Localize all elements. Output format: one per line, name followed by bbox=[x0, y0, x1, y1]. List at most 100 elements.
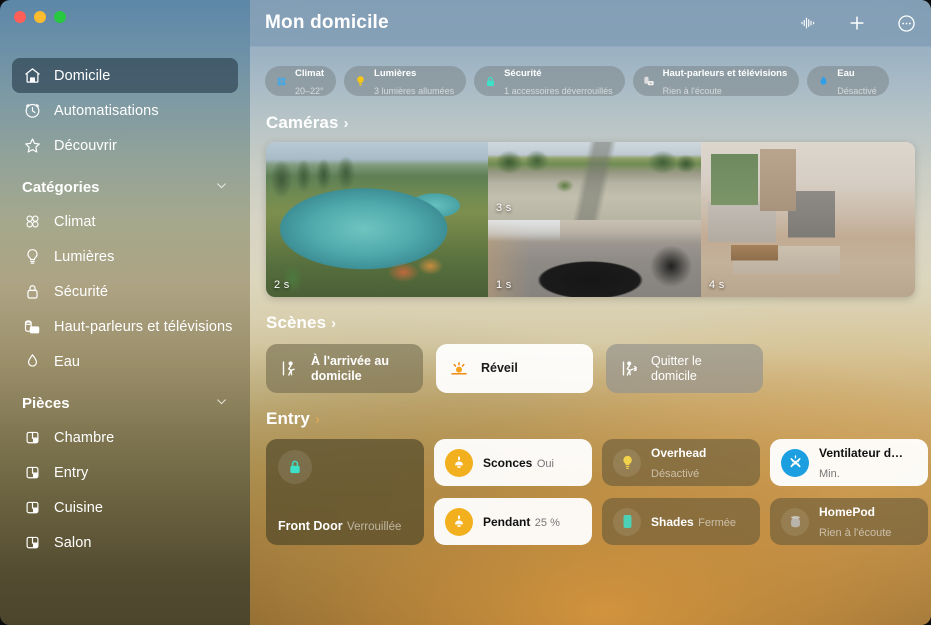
sidebar-label: Chambre bbox=[54, 429, 115, 446]
status-chip-securite[interactable]: Sécurité 1 accessoires déverrouillés bbox=[474, 66, 625, 96]
sidebar-label: Eau bbox=[54, 353, 81, 370]
section-header-entry[interactable]: Entry › bbox=[250, 409, 931, 429]
status-chip-climat[interactable]: Climat 20–22° bbox=[265, 66, 337, 96]
sidebar-item-haut-parleurs[interactable]: tv Haut-parleurs et télévisions bbox=[12, 309, 238, 344]
scene-button-arrive-home[interactable]: À l'arrivée au domicile bbox=[266, 344, 423, 393]
chip-title: Haut-parleurs et télévisions bbox=[662, 68, 788, 80]
chip-subtitle: Rien à l'écoute bbox=[662, 86, 722, 96]
sidebar-item-domicile[interactable]: Domicile bbox=[12, 58, 238, 93]
accessory-name: Shades bbox=[651, 514, 694, 529]
water-drop-icon bbox=[22, 352, 42, 372]
toolbar: Mon domicile bbox=[250, 0, 931, 47]
scene-button-leave-home[interactable]: Quitter le domicile bbox=[606, 344, 763, 393]
sidebar-rooms-list: Chambre Entry Cuisine Salon bbox=[0, 420, 250, 560]
section-title: Caméras bbox=[266, 113, 339, 132]
zoom-button[interactable] bbox=[54, 11, 66, 23]
camera-thumbnail bbox=[701, 142, 915, 297]
sidebar-nav: Domicile Automatisations Découvrir Catég… bbox=[0, 58, 250, 560]
status-chip-eau[interactable]: Eau Désactivé bbox=[807, 66, 889, 96]
minimize-button[interactable] bbox=[34, 11, 46, 23]
room-icon bbox=[22, 428, 42, 448]
accessory-tile-shades[interactable]: Shades Fermée bbox=[602, 498, 760, 545]
status-chip-haut-parleurs[interactable]: tv Haut-parleurs et télévisions Rien à l… bbox=[632, 66, 800, 96]
camera-tile-pool[interactable]: 2 s bbox=[266, 142, 488, 297]
page-title: Mon domicile bbox=[265, 12, 389, 33]
chevron-down-icon[interactable] bbox=[215, 179, 228, 196]
sidebar-item-entry[interactable]: Entry bbox=[12, 455, 238, 490]
sidebar-label: Cuisine bbox=[54, 499, 104, 516]
house-icon bbox=[22, 66, 42, 86]
scene-button-reveil[interactable]: Réveil bbox=[436, 344, 593, 393]
camera-tile-living-room[interactable]: 4 s bbox=[701, 142, 915, 297]
status-chips: Climat 20–22° Lumières 3 lumières allumé… bbox=[250, 47, 931, 96]
star-icon bbox=[22, 136, 42, 156]
content-area: Climat 20–22° Lumières 3 lumières allumé… bbox=[250, 47, 931, 625]
sidebar-item-decouvrir[interactable]: Découvrir bbox=[12, 128, 238, 163]
camera-timestamp: 1 s bbox=[496, 279, 512, 291]
close-button[interactable] bbox=[14, 11, 26, 23]
homepod-icon bbox=[781, 507, 809, 536]
sidebar-item-lumieres[interactable]: Lumières bbox=[12, 239, 238, 274]
camera-tile-garage[interactable]: 1 s bbox=[488, 219, 701, 297]
sidebar-item-securite[interactable]: Sécurité bbox=[12, 274, 238, 309]
sidebar-section-pieces[interactable]: Pièces bbox=[12, 388, 238, 418]
fan-icon bbox=[274, 74, 288, 88]
pendant-light-icon bbox=[445, 507, 473, 536]
accessory-tile-front-door[interactable]: Front Door Verrouillée bbox=[266, 439, 424, 545]
chevron-down-icon[interactable] bbox=[215, 395, 228, 412]
camera-timestamp: 3 s bbox=[496, 201, 512, 214]
chip-title: Sécurité bbox=[504, 68, 542, 80]
chip-subtitle: 1 accessoires déverrouillés bbox=[504, 86, 613, 96]
sidebar-label: Automatisations bbox=[54, 102, 159, 119]
window-traffic-lights bbox=[14, 11, 66, 23]
sidebar-label: Lumières bbox=[54, 248, 115, 265]
accessory-status: Oui bbox=[536, 457, 554, 470]
accessory-name: Sconces bbox=[483, 455, 533, 470]
chip-title: Climat bbox=[295, 68, 325, 80]
accessory-status: Verrouillée bbox=[347, 520, 402, 533]
accessory-tile-sconces[interactable]: Sconces Oui bbox=[434, 439, 592, 486]
ceiling-fan-icon bbox=[781, 448, 809, 477]
sidebar: Domicile Automatisations Découvrir Catég… bbox=[0, 0, 250, 625]
main-panel: Mon domicile Climat 20–22° Lumières 3 lu… bbox=[250, 0, 931, 625]
accessory-name: Pendant bbox=[483, 514, 531, 529]
scene-label: Quitter le domicile bbox=[651, 353, 702, 383]
accessory-tile-homepod[interactable]: HomePod Rien à l'écoute bbox=[770, 498, 928, 545]
speaker-tv-icon: tv bbox=[642, 74, 656, 88]
add-icon[interactable] bbox=[846, 12, 868, 34]
section-header-cameras[interactable]: Caméras › bbox=[250, 113, 931, 133]
chip-title: Eau bbox=[837, 68, 855, 80]
sidebar-item-automatisations[interactable]: Automatisations bbox=[12, 93, 238, 128]
room-icon bbox=[22, 498, 42, 518]
section-title: Scènes bbox=[266, 313, 327, 332]
chevron-right-icon: › bbox=[343, 114, 349, 132]
audio-waveform-icon[interactable] bbox=[797, 12, 819, 34]
accessory-status: Désactivé bbox=[651, 467, 700, 480]
sidebar-section-title: Catégories bbox=[22, 178, 100, 196]
lock-icon bbox=[483, 74, 497, 88]
sunrise-icon bbox=[449, 359, 469, 379]
chip-subtitle: 20–22° bbox=[295, 86, 324, 96]
sidebar-label: Domicile bbox=[54, 67, 111, 84]
chip-subtitle: 3 lumières allumées bbox=[374, 86, 455, 96]
sidebar-item-climat[interactable]: Climat bbox=[12, 204, 238, 239]
sidebar-section-categories[interactable]: Catégories bbox=[12, 172, 238, 202]
accessory-tile-pendant[interactable]: Pendant 25 % bbox=[434, 498, 592, 545]
chip-subtitle: Désactivé bbox=[837, 86, 877, 96]
status-chip-lumieres[interactable]: Lumières 3 lumières allumées bbox=[344, 66, 467, 96]
sidebar-item-cuisine[interactable]: Cuisine bbox=[12, 490, 238, 525]
accessory-tile-overhead[interactable]: Overhead Désactivé bbox=[602, 439, 760, 486]
sidebar-section-title: Pièces bbox=[22, 394, 70, 412]
sidebar-label: Salon bbox=[54, 534, 92, 551]
sidebar-item-chambre[interactable]: Chambre bbox=[12, 420, 238, 455]
person-arrive-icon bbox=[279, 359, 299, 379]
camera-tile-driveway[interactable]: 3 s bbox=[488, 142, 701, 220]
more-options-icon[interactable] bbox=[895, 12, 917, 34]
accessory-tile-ventilateur[interactable]: Ventilateur d… Min. bbox=[770, 439, 928, 486]
sidebar-item-salon[interactable]: Salon bbox=[12, 525, 238, 560]
sidebar-categories-list: Climat Lumières Sécurité tv Haut-parleur… bbox=[0, 204, 250, 379]
lock-icon bbox=[278, 450, 312, 484]
sidebar-item-eau[interactable]: Eau bbox=[12, 344, 238, 379]
section-header-scenes[interactable]: Scènes › bbox=[250, 313, 931, 333]
clock-arrow-icon bbox=[22, 101, 42, 121]
